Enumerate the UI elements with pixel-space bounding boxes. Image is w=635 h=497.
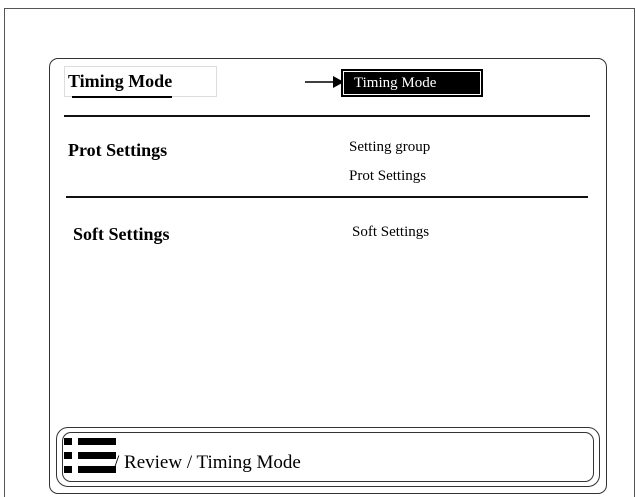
breadcrumb: / Review / Timing Mode: [114, 452, 301, 473]
menu-item-soft-settings[interactable]: Soft Settings: [73, 224, 170, 245]
divider: [64, 115, 590, 117]
menu-item-value: Prot Settings: [349, 168, 427, 184]
menu-item-value: Soft Settings: [352, 224, 430, 240]
selected-mode-field[interactable]: Timing Mode: [341, 69, 483, 97]
menu-list-icon[interactable]: [64, 436, 116, 476]
page-title: Timing Mode: [68, 71, 173, 91]
title-underline: [72, 96, 172, 98]
menu-item-value: Setting group: [349, 139, 431, 155]
selected-mode-value: Timing Mode: [343, 71, 481, 95]
arrow-right-icon: [305, 76, 344, 88]
menu-item-prot-settings[interactable]: Prot Settings: [68, 140, 167, 161]
divider: [66, 196, 588, 198]
